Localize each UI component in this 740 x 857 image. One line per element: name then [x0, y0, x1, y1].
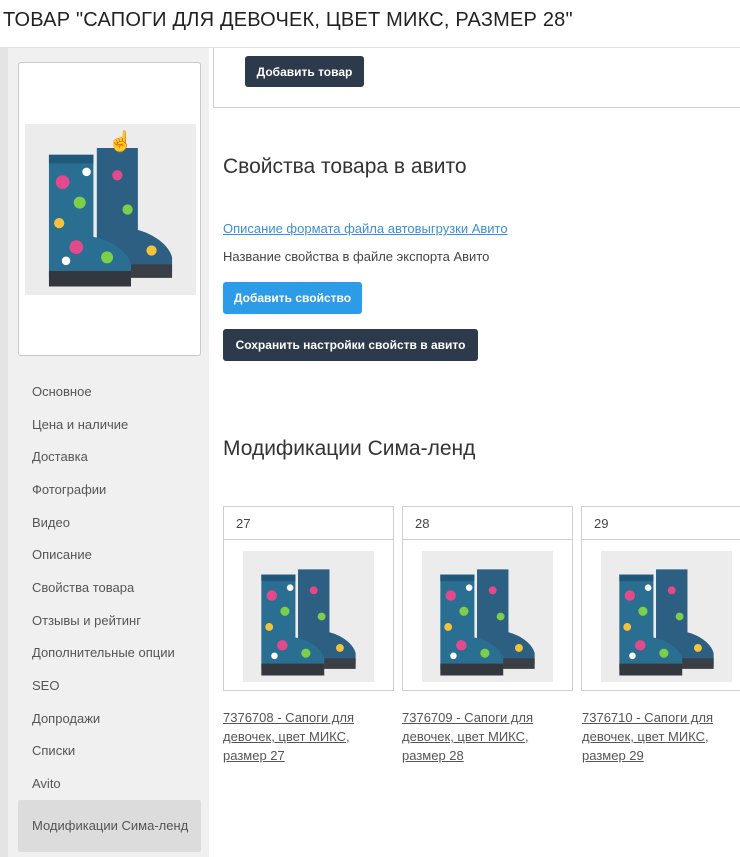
sidebar-item-label: Отзывы и рейтинг [32, 612, 141, 628]
modification-link[interactable]: 7376709 - Сапоги для девочек, цвет МИКС,… [402, 708, 562, 765]
sidebar-item-label: Видео [32, 514, 70, 530]
sidebar-item-label: Списки [32, 743, 76, 759]
add-product-button[interactable]: Добавить товар [245, 56, 364, 87]
modification-card[interactable]: 28 [402, 506, 573, 691]
page-title: ТОВАР "САПОГИ ДЛЯ ДЕВОЧЕК, ЦВЕТ МИКС, РА… [3, 9, 573, 31]
hand-cursor-icon: ☝ [108, 131, 133, 153]
modification-card[interactable]: 29 [581, 506, 740, 691]
modification-size: 29 [582, 507, 740, 540]
sidebar-item-video[interactable]: Видео [18, 506, 201, 539]
modification-card[interactable]: 27 [223, 506, 394, 691]
boots-image [422, 551, 553, 682]
sidebar-item-description[interactable]: Описание [18, 538, 201, 571]
sidebar-item-avito[interactable]: Avito [18, 767, 201, 800]
modification-link[interactable]: 7376710 - Сапоги для девочек, цвет МИКС,… [582, 708, 732, 765]
avito-format-link[interactable]: Описание формата файла автовыгрузки Авит… [223, 221, 508, 236]
sidebar-item-lists[interactable]: Списки [18, 735, 201, 768]
product-photo-card[interactable] [18, 62, 201, 356]
save-avito-settings-button[interactable]: Сохранить настройки свойств в авито [223, 329, 478, 361]
add-property-button[interactable]: Добавить свойство [223, 282, 362, 314]
sidebar-item-options[interactable]: Дополнительные опции [18, 637, 201, 670]
sidebar-item-label: Допродажи [32, 710, 101, 726]
modification-size: 27 [224, 507, 393, 540]
sidebar-item-properties[interactable]: Свойства товара [18, 571, 201, 604]
sidebar-item-label: Описание [32, 547, 92, 563]
sidebar-menu: Основное Цена и наличие Доставка Фотогра… [18, 375, 201, 852]
sidebar-item-reviews[interactable]: Отзывы и рейтинг [18, 604, 201, 637]
sidebar-item-label: Цена и наличие [32, 416, 129, 432]
boots-image [243, 551, 374, 682]
sidebar-item-basic[interactable]: Основное [18, 375, 201, 408]
sidebar-item-label: Фотографии [32, 481, 107, 497]
left-gutter [0, 48, 8, 857]
sidebar-item-label: Модификации Сима-ленд [32, 818, 189, 834]
sidebar-item-delivery[interactable]: Доставка [18, 440, 201, 473]
modification-size: 28 [403, 507, 572, 540]
page-header: ТОВАР "САПОГИ ДЛЯ ДЕВОЧЕК, ЦВЕТ МИКС, РА… [0, 0, 740, 48]
sidebar-item-photos[interactable]: Фотографии [18, 473, 201, 506]
sidebar-item-label: SEO [32, 678, 60, 694]
sidebar-item-label: Дополнительные опции [32, 645, 175, 661]
avito-property-label: Название свойства в файле экспорта Авито [223, 249, 490, 264]
sidebar-item-label: Доставка [32, 449, 88, 465]
avito-section-title: Свойства товара в авито [223, 155, 467, 178]
sidebar-item-sima-modifications[interactable]: Модификации Сима-ленд [18, 799, 201, 852]
sidebar-item-label: Avito [32, 776, 61, 792]
sidebar-item-label: Свойства товара [32, 579, 135, 595]
sima-section-title: Модификации Сима-ленд [223, 437, 476, 460]
boots-image [601, 551, 732, 682]
sidebar-item-seo[interactable]: SEO [18, 669, 201, 702]
modification-link[interactable]: 7376708 - Сапоги для девочек, цвет МИКС,… [223, 708, 383, 765]
sidebar-item-upsells[interactable]: Допродажи [18, 702, 201, 735]
sidebar-item-price[interactable]: Цена и наличие [18, 408, 201, 441]
sidebar-item-label: Основное [32, 383, 92, 399]
